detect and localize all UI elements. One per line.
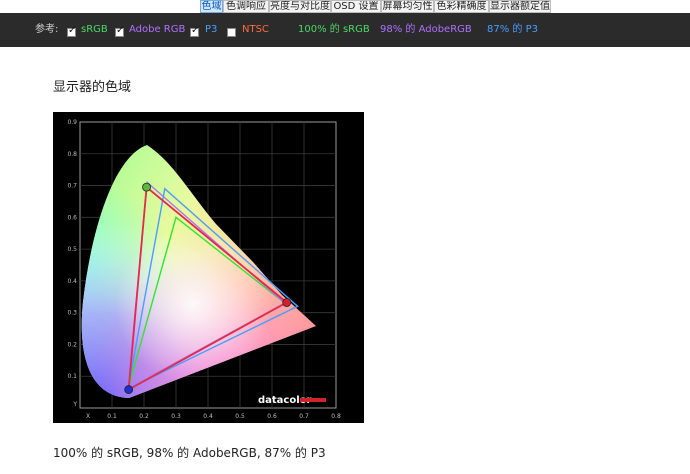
tab-bar: 色域 色调响应 亮度与对比度 OSD 设置 屏幕均匀性 色彩精确度 显示器额定值: [0, 0, 690, 13]
adobe-rgb-option-label[interactable]: Adobe RGB: [129, 22, 185, 38]
y-tick-label: 0.7: [67, 183, 77, 190]
srgb-checkbox[interactable]: ✓: [67, 25, 77, 37]
y-tick-label: 0.6: [67, 214, 77, 221]
x-tick-label: 0.7: [299, 413, 309, 420]
y-tick-label: 0.4: [67, 278, 77, 285]
section-title: 显示器的色域: [53, 80, 132, 95]
y-tick-label: 0.9: [67, 119, 77, 126]
tab-monitor-rating[interactable]: 显示器额定值: [489, 0, 551, 13]
primary-point: [124, 385, 134, 394]
srgb-coverage-result: 100% 的 sRGB: [298, 24, 370, 35]
tab-gamut[interactable]: 色域: [200, 0, 223, 13]
y-tick-label: Y: [72, 401, 77, 408]
check-icon: ✓: [116, 25, 125, 36]
x-tick-label: 0.3: [171, 413, 181, 420]
x-tick-label: 0.5: [235, 413, 245, 420]
x-tick-label: X: [86, 413, 90, 420]
p3-option-label[interactable]: P3: [205, 22, 217, 38]
gamut-caption: 100% 的 sRGB, 98% 的 AdobeRGB, 87% 的 P3: [53, 446, 326, 460]
x-tick-label: 0.1: [107, 413, 117, 420]
x-tick-label: 0.8: [331, 413, 341, 420]
y-tick-label: 0.3: [67, 310, 77, 317]
x-tick-label: 0.4: [203, 413, 213, 420]
reference-filter-bar: 参考: ✓ sRGB ✓ Adobe RGB ✓ P3 NTSC 100% 的 …: [0, 13, 690, 47]
primary-point: [142, 182, 151, 192]
ntsc-checkbox[interactable]: [227, 28, 236, 37]
tab-tone-response[interactable]: 色调响应: [223, 0, 269, 13]
srgb-option-label[interactable]: sRGB: [81, 22, 108, 38]
adobe-rgb-checkbox[interactable]: ✓: [115, 25, 125, 37]
ntsc-option-label[interactable]: NTSC: [242, 22, 269, 38]
reference-label: 参考:: [35, 24, 59, 35]
check-icon: ✓: [68, 25, 77, 36]
tab-osd-settings[interactable]: OSD 设置: [331, 0, 381, 13]
check-icon: ✓: [191, 25, 200, 36]
primary-point: [282, 298, 292, 307]
y-tick-label: 0.5: [67, 246, 77, 253]
x-tick-label: 0.2: [139, 413, 149, 420]
adobe-rgb-coverage-result: 98% 的 AdobeRGB: [380, 24, 472, 35]
y-tick-label: 0.2: [67, 341, 77, 348]
y-tick-label: 0.1: [67, 373, 77, 380]
datacolor-logo-bar: [300, 398, 326, 402]
y-tick-label: 0.8: [67, 151, 77, 158]
x-tick-label: 0.6: [267, 413, 277, 420]
cie-chromaticity-diagram: X 0.1 0.2 0.3 0.4 0.5 0.6 0.7 0.8 Y 0.1 0.2 0.3 0.4 0.…: [67, 119, 341, 420]
p3-coverage-result: 87% 的 P3: [487, 24, 538, 35]
gamut-chart: X 0.1 0.2 0.3 0.4 0.5 0.6 0.7 0.8 Y 0.1 0.2 0.3 0.4 0.…: [53, 112, 364, 423]
p3-checkbox[interactable]: ✓: [190, 25, 200, 37]
tab-brightness-contrast[interactable]: 亮度与对比度: [269, 0, 331, 13]
tab-screen-uniformity[interactable]: 屏幕均匀性: [381, 0, 434, 13]
tab-color-accuracy[interactable]: 色彩精确度: [434, 0, 489, 13]
